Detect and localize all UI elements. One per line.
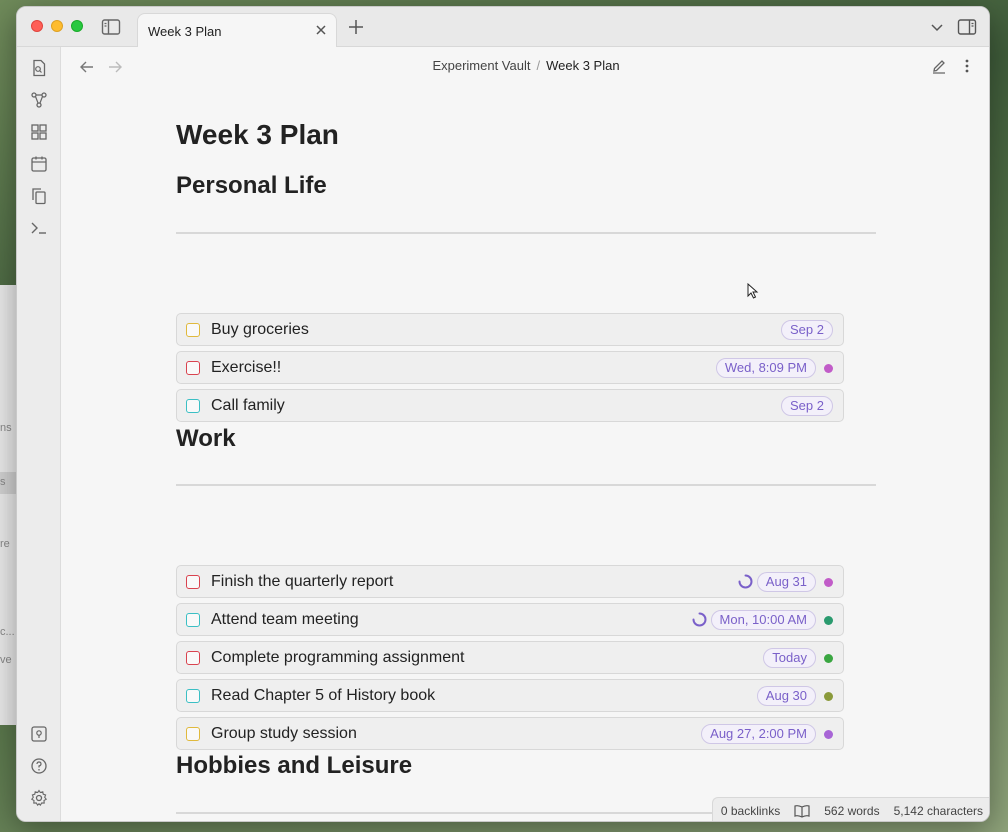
task-item[interactable]: Buy groceries Sep 2	[176, 313, 844, 346]
task-item[interactable]: Attend team meeting Mon, 10:00 AM	[176, 603, 844, 636]
reading-book-icon[interactable]	[794, 804, 810, 818]
terminal-icon[interactable]	[30, 219, 48, 237]
priority-dot	[824, 692, 833, 701]
character-count: 5,142 characters	[893, 803, 983, 818]
task-text: Read Chapter 5 of History book	[211, 687, 436, 704]
more-options-icon[interactable]	[959, 58, 975, 74]
mouse-cursor-icon	[747, 283, 759, 299]
breadcrumb-note[interactable]: Week 3 Plan	[546, 58, 619, 73]
graph-view-icon[interactable]	[30, 91, 48, 109]
task-text: Call family	[211, 397, 285, 414]
divider	[176, 232, 876, 234]
task-item[interactable]: Group study session Aug 27, 2:00 PM	[176, 717, 844, 750]
loading-spinner-icon	[738, 574, 753, 589]
task-checkbox[interactable]	[186, 323, 200, 337]
ribbon-sidebar	[17, 47, 61, 821]
task-text: Complete programming assignment	[211, 649, 465, 666]
task-text: Buy groceries	[211, 321, 309, 338]
word-count: 562 words	[824, 803, 880, 818]
task-text: Finish the quarterly report	[211, 573, 394, 590]
task-text: Group study session	[211, 725, 357, 742]
task-checkbox[interactable]	[186, 651, 200, 665]
copy-files-icon[interactable]	[30, 187, 48, 205]
minimize-window-button[interactable]	[51, 20, 63, 32]
priority-dot	[824, 654, 833, 663]
left-sidebar-toggle-icon[interactable]	[101, 18, 121, 36]
task-checkbox[interactable]	[186, 689, 200, 703]
due-date-badge[interactable]: Wed, 8:09 PM	[715, 358, 816, 378]
maximize-window-button[interactable]	[71, 20, 83, 32]
right-sidebar-toggle-icon[interactable]	[957, 18, 977, 36]
loading-spinner-icon	[692, 612, 707, 627]
background-text: c...	[0, 626, 15, 638]
app-window: Week 3 Plan Experiment Vault / Week 3 Pl…	[16, 6, 990, 822]
vault-switcher-icon[interactable]	[30, 725, 48, 743]
background-text: s	[0, 476, 6, 488]
task-item[interactable]: Call family Sep 2	[176, 389, 844, 422]
new-tab-icon[interactable]	[347, 18, 365, 36]
breadcrumb: Experiment Vault / Week 3 Plan	[61, 58, 989, 73]
priority-dot	[824, 578, 833, 587]
due-date-badge[interactable]: Aug 30	[756, 686, 816, 706]
edit-pencil-icon[interactable]	[931, 58, 947, 74]
divider	[176, 484, 876, 486]
chevron-down-icon[interactable]	[929, 19, 945, 35]
title-bar: Week 3 Plan	[17, 7, 989, 47]
task-text: Attend team meeting	[211, 611, 359, 628]
priority-dot	[824, 730, 833, 739]
editor-pane: Experiment Vault / Week 3 Plan Week 3 Plan…	[61, 47, 989, 821]
task-checkbox[interactable]	[186, 399, 200, 413]
task-item[interactable]: Read Chapter 5 of History book Aug 30	[176, 679, 844, 712]
due-date-badge[interactable]: Aug 27, 2:00 PM	[701, 724, 816, 744]
note-title: Week 3 Plan	[176, 119, 339, 150]
desktop-background-window: ns s re c... ve	[0, 285, 16, 725]
close-tab-icon[interactable]	[314, 23, 328, 37]
background-text: ns	[0, 422, 12, 434]
task-item[interactable]: Complete programming assignment Today	[176, 641, 844, 674]
status-bar: 0 backlinks 562 words 5,142 characters	[711, 797, 989, 821]
task-checkbox[interactable]	[186, 613, 200, 627]
background-text: ve	[0, 654, 12, 666]
section-heading: Hobbies and Leisure	[176, 752, 413, 779]
priority-dot	[824, 364, 833, 373]
priority-dot	[824, 616, 833, 625]
task-checkbox[interactable]	[186, 575, 200, 589]
breadcrumb-vault[interactable]: Experiment Vault	[432, 58, 530, 73]
backlinks-count[interactable]: 0 backlinks	[721, 804, 780, 818]
help-icon[interactable]	[30, 757, 48, 775]
calendar-icon[interactable]	[30, 155, 48, 173]
breadcrumb-separator: /	[536, 58, 541, 73]
task-text: Exercise!!	[211, 359, 282, 376]
canvas-grid-icon[interactable]	[30, 123, 48, 141]
section-heading: Personal Life	[176, 172, 327, 199]
due-date-badge[interactable]: Mon, 10:00 AM	[710, 610, 816, 630]
file-search-icon[interactable]	[30, 59, 48, 77]
due-date-badge[interactable]: Aug 31	[756, 572, 816, 592]
settings-gear-icon[interactable]	[30, 789, 48, 807]
task-checkbox[interactable]	[186, 727, 200, 741]
task-checkbox[interactable]	[186, 361, 200, 375]
task-item[interactable]: Finish the quarterly report Aug 31	[176, 565, 844, 598]
tab-title: Week 3 Plan	[148, 24, 222, 39]
tab-week-3-plan[interactable]: Week 3 Plan	[137, 13, 337, 47]
section-heading: Work	[176, 425, 236, 452]
close-window-button[interactable]	[31, 20, 43, 32]
background-text: re	[0, 538, 10, 550]
due-date-badge[interactable]: Sep 2	[781, 396, 833, 416]
due-date-badge[interactable]: Today	[763, 648, 816, 668]
due-date-badge[interactable]: Sep 2	[781, 320, 833, 340]
task-item[interactable]: Exercise!! Wed, 8:09 PM	[176, 351, 844, 384]
